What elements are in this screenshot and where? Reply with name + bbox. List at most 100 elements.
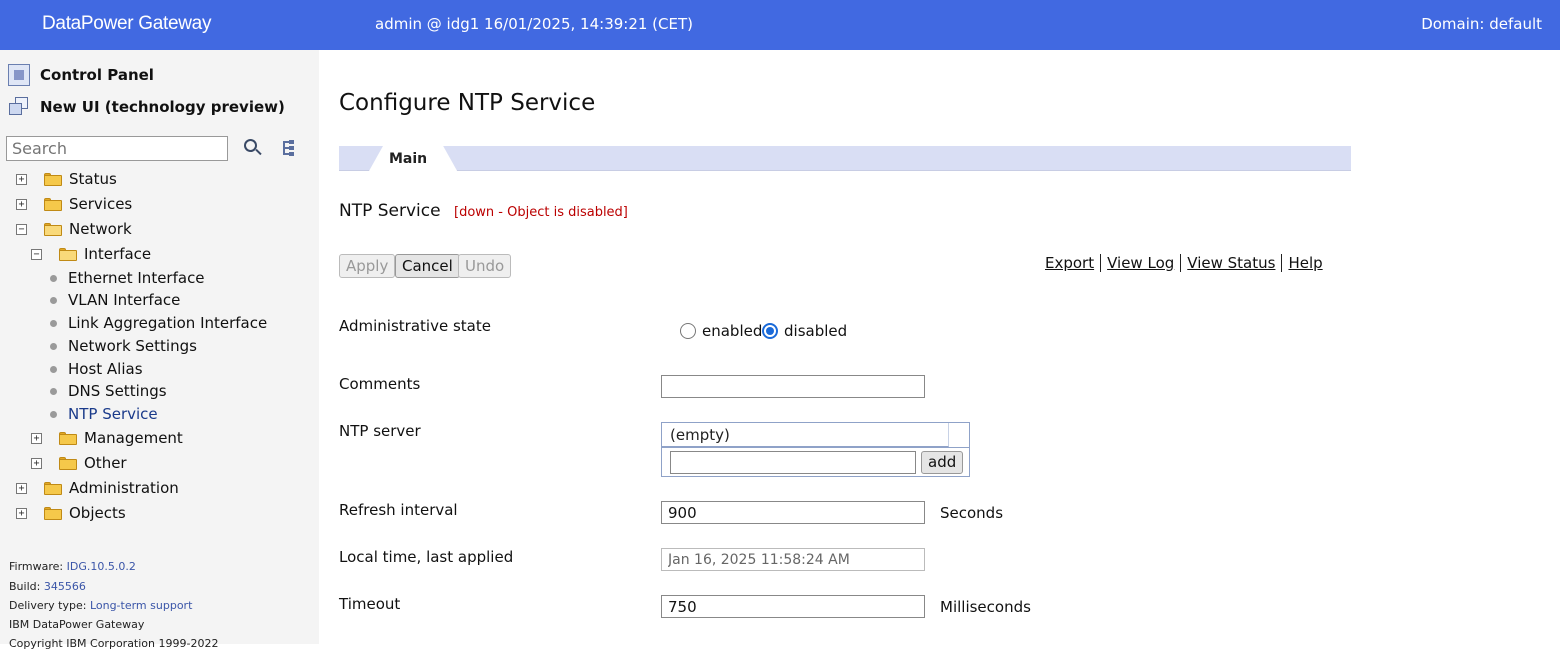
ntp-add-button[interactable]: add — [921, 451, 963, 474]
nav-label: Status — [69, 170, 117, 188]
build-label: Build: — [9, 580, 40, 593]
nav-services[interactable]: + Services — [16, 193, 132, 215]
nav-network-settings[interactable]: Network Settings — [48, 335, 197, 357]
expand-icon[interactable]: + — [16, 483, 27, 494]
nav-other[interactable]: + Other — [31, 452, 127, 474]
radio-disabled-circle[interactable] — [762, 323, 778, 339]
ntp-server-label: NTP server — [339, 422, 421, 440]
control-panel-label: Control Panel — [40, 66, 154, 84]
view-log-link[interactable]: View Log — [1101, 254, 1181, 272]
product-name: IBM DataPower Gateway — [9, 618, 144, 631]
view-status-link[interactable]: View Status — [1181, 254, 1282, 272]
bullet-icon — [50, 297, 57, 304]
expand-icon[interactable]: + — [16, 174, 27, 185]
search-input[interactable] — [6, 136, 228, 161]
new-ui-link[interactable]: New UI (technology preview) — [8, 96, 285, 118]
bullet-icon — [50, 275, 57, 282]
nav-label: Management — [84, 429, 183, 447]
refresh-interval-input[interactable] — [661, 501, 925, 524]
timeout-unit: Milliseconds — [940, 598, 1031, 616]
comments-label: Comments — [339, 375, 420, 393]
folder-icon — [44, 173, 62, 186]
delivery-info: Delivery type: Long-term support — [9, 599, 192, 612]
radio-enabled[interactable]: enabled — [680, 322, 762, 340]
nav-administration[interactable]: + Administration — [16, 477, 179, 499]
admin-state-label: Administrative state — [339, 317, 491, 335]
firmware-info: Firmware: IDG.10.5.0.2 — [9, 560, 136, 573]
tab-strip: Main — [339, 146, 1351, 171]
page-title: Configure NTP Service — [339, 90, 595, 116]
build-value: 345566 — [44, 580, 86, 593]
nav-vlan-interface[interactable]: VLAN Interface — [48, 289, 180, 311]
refresh-unit: Seconds — [940, 504, 1003, 522]
nav-dns-settings[interactable]: DNS Settings — [48, 380, 167, 402]
domain-selector[interactable]: Domain: default — [1421, 15, 1542, 33]
timeout-label: Timeout — [339, 595, 400, 613]
nav-ethernet-interface[interactable]: Ethernet Interface — [48, 267, 205, 289]
expand-icon[interactable]: + — [16, 508, 27, 519]
folder-icon — [44, 507, 62, 520]
folder-open-icon — [44, 223, 62, 236]
delivery-label: Delivery type: — [9, 599, 86, 612]
radio-enabled-circle[interactable] — [680, 323, 696, 339]
help-link[interactable]: Help — [1282, 254, 1328, 272]
ntp-server-input[interactable] — [670, 451, 916, 474]
radio-enabled-label: enabled — [702, 322, 762, 340]
folder-icon — [44, 482, 62, 495]
nav-label: Objects — [69, 504, 126, 522]
nav-label: Network — [69, 220, 132, 238]
local-time-label: Local time, last applied — [339, 548, 513, 566]
object-title: NTP Service — [339, 201, 441, 221]
nav-host-alias[interactable]: Host Alias — [48, 358, 143, 380]
expand-icon[interactable]: + — [16, 199, 27, 210]
nav-label: NTP Service — [68, 405, 158, 423]
firmware-value: IDG.10.5.0.2 — [67, 560, 136, 573]
timeout-input[interactable] — [661, 595, 925, 618]
nav-label: Services — [69, 195, 132, 213]
session-info: admin @ idg1 16/01/2025, 14:39:21 (CET) — [375, 15, 693, 33]
undo-button[interactable]: Undo — [458, 254, 511, 278]
nav-interface[interactable]: − Interface — [31, 243, 151, 265]
nav-status[interactable]: + Status — [16, 168, 117, 190]
nav-objects[interactable]: + Objects — [16, 502, 126, 524]
firmware-label: Firmware: — [9, 560, 63, 573]
control-panel-link[interactable]: Control Panel — [8, 64, 154, 86]
nav-label: VLAN Interface — [68, 291, 180, 309]
collapse-icon[interactable]: − — [31, 249, 42, 260]
cancel-button[interactable]: Cancel — [395, 254, 460, 278]
refresh-interval-label: Refresh interval — [339, 501, 458, 519]
nav-management[interactable]: + Management — [31, 427, 183, 449]
bullet-icon — [50, 411, 57, 418]
new-ui-label: New UI (technology preview) — [40, 98, 285, 116]
apply-button[interactable]: Apply — [339, 254, 395, 278]
nav-label: Interface — [84, 245, 151, 263]
nav-label: Host Alias — [68, 360, 143, 378]
control-panel-icon — [8, 64, 30, 86]
comments-input[interactable] — [661, 375, 925, 398]
export-link[interactable]: Export — [1039, 254, 1101, 272]
sidebar: Control Panel New UI (technology preview… — [0, 50, 319, 644]
nav-label: Link Aggregation Interface — [68, 314, 267, 332]
nav-ntp-service[interactable]: NTP Service — [48, 403, 158, 425]
ntp-server-empty: (empty) — [662, 423, 949, 447]
expand-icon[interactable]: + — [31, 458, 42, 469]
folder-icon — [44, 198, 62, 211]
bullet-icon — [50, 366, 57, 373]
delivery-value: Long-term support — [90, 599, 192, 612]
windows-icon — [8, 96, 30, 118]
bullet-icon — [50, 320, 57, 327]
nav-network[interactable]: − Network — [16, 218, 132, 240]
radio-disabled[interactable]: disabled — [762, 322, 847, 340]
top-banner: DataPower Gateway admin @ idg1 16/01/202… — [0, 0, 1560, 50]
bullet-icon — [50, 388, 57, 395]
nav-link-aggregation[interactable]: Link Aggregation Interface — [48, 312, 267, 334]
collapse-icon[interactable]: − — [16, 224, 27, 235]
nav-label: Other — [84, 454, 127, 472]
tab-main[interactable]: Main — [369, 146, 457, 171]
tree-view-icon[interactable] — [281, 140, 295, 156]
brand-title: DataPower Gateway — [42, 13, 211, 35]
search-icon[interactable] — [243, 138, 263, 158]
build-info: Build: 345566 — [9, 580, 86, 593]
nav-label: Administration — [69, 479, 179, 497]
expand-icon[interactable]: + — [31, 433, 42, 444]
